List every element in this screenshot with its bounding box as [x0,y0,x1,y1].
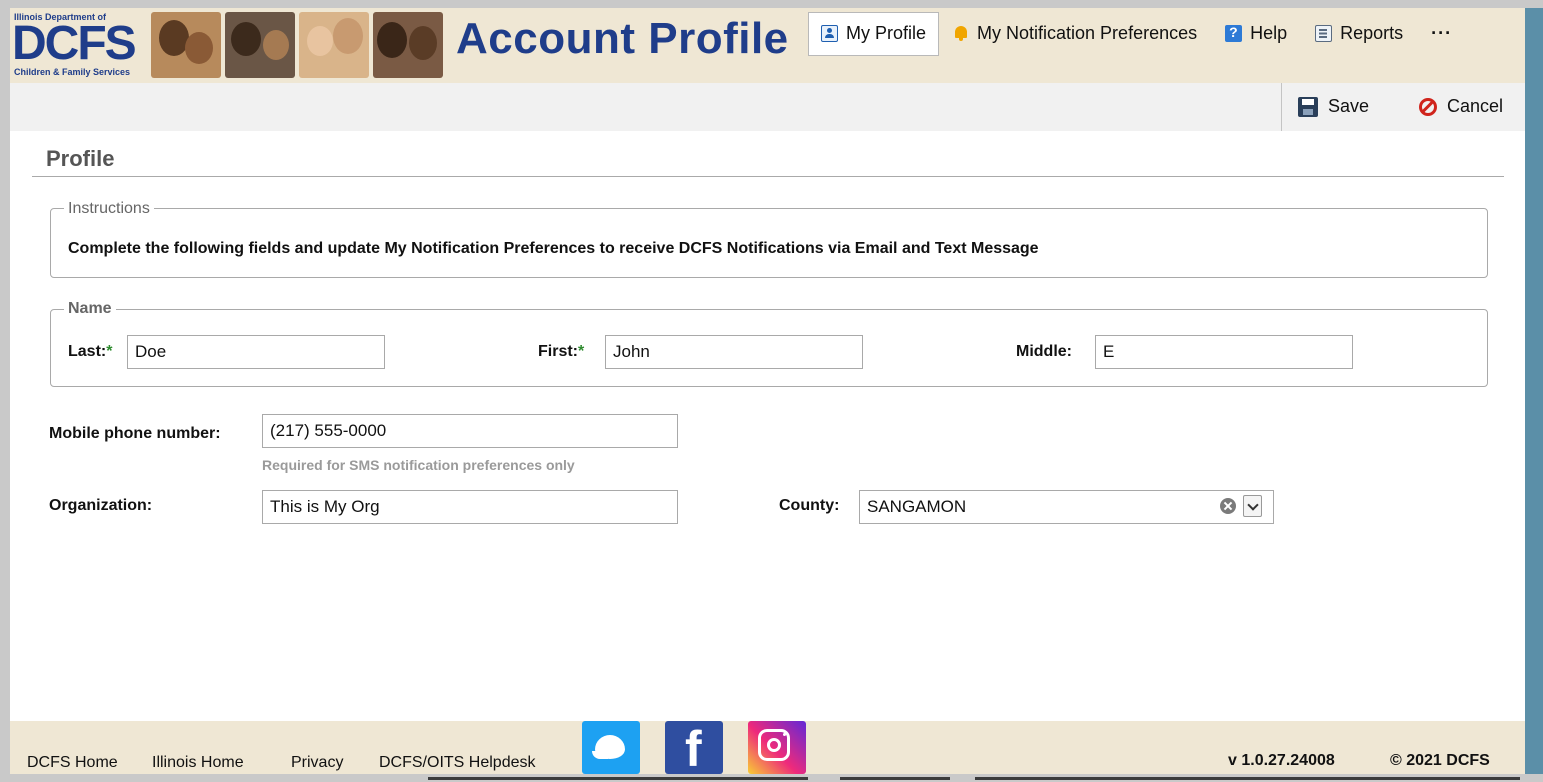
save-icon [1298,96,1318,117]
instagram-icon[interactable] [748,721,806,774]
window-edge [1525,8,1543,774]
cancel-icon [1419,97,1437,116]
facebook-glyph: f [685,721,702,777]
twitter-icon[interactable] [582,721,640,774]
family-photo [151,12,221,78]
first-name-input[interactable]: John [605,335,863,369]
more-menu-button[interactable]: ··· [1417,11,1466,56]
bell-icon [953,25,969,42]
footer-link-privacy[interactable]: Privacy [291,754,343,772]
header: Illinois Department of DCFS Children & F… [10,8,1525,83]
footer-link-illinois-home[interactable]: Illinois Home [152,754,244,772]
save-label: Save [1328,96,1370,116]
family-photo [299,12,369,78]
window-bottom-edge [0,774,1543,782]
nav-label: My Notification Preferences [977,23,1198,43]
county-label: County: [779,497,840,514]
copyright-text: © 2021 DCFS [1390,752,1490,769]
top-nav: My Profile My Notification Preferences H… [808,11,1466,56]
first-name-label-text: First: [538,343,578,360]
last-name-label: Last:* [68,343,112,361]
instructions-legend: Instructions [64,200,154,218]
mobile-phone-input[interactable]: (217) 555-0000 [262,414,678,448]
cancel-label: Cancel [1447,96,1504,116]
organization-label: Organization: [49,497,153,514]
logo-sub-text: Children & Family Services [14,67,131,77]
family-photo [373,12,443,78]
family-photo-strip [151,12,443,78]
divider [32,176,1504,177]
footer: DCFS Home Illinois Home Privacy DCFS/OIT… [10,721,1525,777]
nav-notification-preferences[interactable]: My Notification Preferences [939,11,1211,56]
middle-name-label: Middle: [1016,343,1072,360]
nav-reports[interactable]: Reports [1301,11,1417,56]
facebook-icon[interactable]: f [665,721,723,777]
instagram-dot [783,733,786,736]
instructions-text: Complete the following fields and update… [68,240,1039,257]
save-button[interactable]: Save [1298,96,1369,117]
version-text: v 1.0.27.24008 [1228,752,1335,769]
organization-input[interactable]: This is My Org [262,490,678,524]
profile-icon [821,25,838,42]
last-name-input[interactable]: Doe [127,335,385,369]
nav-label: My Profile [846,23,927,43]
mobile-phone-label: Mobile phone number: [49,425,221,442]
name-legend: Name [64,300,116,318]
county-select[interactable]: SANGAMON [859,490,1274,524]
reports-icon [1315,25,1333,42]
family-photo [225,12,295,78]
help-icon [1225,24,1243,42]
nav-help[interactable]: Help [1211,11,1301,56]
chevron-down-icon[interactable] [1243,495,1262,517]
clear-icon[interactable] [1220,498,1236,514]
toolbar-button-group: Save Cancel [1281,83,1525,131]
app-window: Illinois Department of DCFS Children & F… [10,8,1525,777]
action-toolbar: Save Cancel [10,83,1525,131]
page-title: Account Profile [456,14,789,63]
required-marker: * [106,343,113,360]
logo-big-text: DCFS [12,17,137,70]
nav-label: Help [1250,23,1288,43]
dcfs-logo[interactable]: Illinois Department of DCFS Children & F… [12,12,147,80]
nav-label: Reports [1340,23,1404,43]
nav-my-profile[interactable]: My Profile [808,11,940,56]
last-name-label-text: Last: [68,343,107,360]
cancel-button[interactable]: Cancel [1419,96,1503,117]
more-icon: ··· [1431,23,1453,43]
footer-link-helpdesk[interactable]: DCFS/OITS Helpdesk [379,754,535,772]
footer-link-dcfs-home[interactable]: DCFS Home [27,754,118,772]
required-marker: * [578,343,585,360]
section-title: Profile [46,146,115,171]
middle-name-input[interactable]: E [1095,335,1353,369]
mobile-phone-hint: Required for SMS notification preference… [262,457,575,473]
first-name-label: First:* [538,343,584,361]
